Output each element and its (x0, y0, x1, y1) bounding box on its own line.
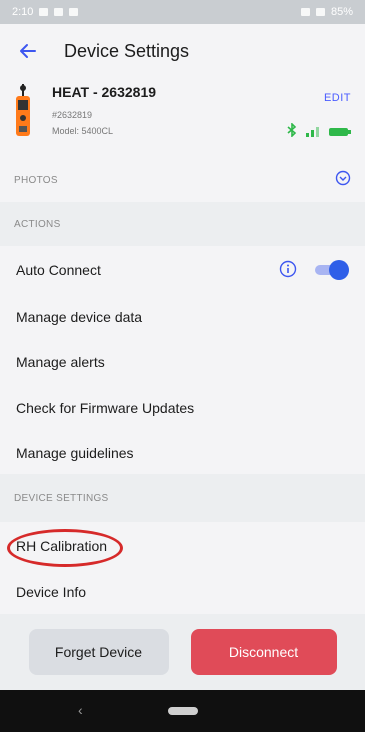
device-settings-label: DEVICE SETTINGS (14, 492, 109, 504)
check-firmware-label: Check for Firmware Updates (16, 400, 195, 416)
nav-home-icon[interactable] (167, 707, 198, 715)
manage-alerts-label: Manage alerts (16, 354, 105, 370)
device-info-label: Device Info (16, 584, 87, 600)
system-nav-bar: ‹ (0, 690, 365, 732)
battery-status-icon (315, 8, 325, 16)
device-model: Model: 5400CL (52, 126, 114, 136)
notification-icon (54, 8, 64, 16)
manage-device-data-label: Manage device data (16, 309, 143, 325)
actions-section-header: ACTIONS (0, 202, 365, 246)
notification-icon (69, 8, 79, 16)
forget-device-button[interactable]: Forget Device (28, 629, 169, 675)
device-name: HEAT - 2632819 (52, 84, 157, 100)
page-title: Device Settings (64, 40, 190, 61)
chevron-down-icon[interactable] (335, 170, 351, 191)
photos-label: PHOTOS (14, 174, 58, 186)
auto-connect-label: Auto Connect (16, 262, 101, 278)
manage-guidelines-label: Manage guidelines (16, 445, 134, 461)
photos-section[interactable]: PHOTOS (0, 158, 365, 202)
device-info-item[interactable]: Device Info (0, 570, 365, 614)
actions-label: ACTIONS (14, 218, 61, 230)
app-header: Device Settings (0, 24, 365, 78)
device-settings-section-header: DEVICE SETTINGS (0, 474, 365, 522)
manage-alerts-item[interactable]: Manage alerts (0, 340, 365, 384)
device-status-icons (287, 122, 351, 142)
battery-icon (329, 124, 351, 142)
edit-button[interactable]: EDIT (324, 92, 351, 104)
nav-back-icon[interactable]: ‹ (78, 702, 83, 718)
auto-connect-toggle[interactable] (315, 260, 349, 280)
battery-percent: 85% (330, 6, 353, 18)
device-thumbnail-icon (14, 84, 32, 140)
auto-connect-row[interactable]: Auto Connect (0, 246, 365, 294)
manage-device-data-item[interactable]: Manage device data (0, 294, 365, 340)
bluetooth-icon (287, 122, 297, 142)
signal-icon (305, 124, 321, 142)
arrow-left-icon[interactable] (14, 37, 42, 65)
wifi-icon (300, 8, 310, 16)
disconnect-button[interactable]: Disconnect (190, 629, 337, 675)
rh-calibration-item[interactable]: RH Calibration (0, 522, 365, 570)
footer-actions: Forget Device Disconnect (0, 614, 365, 690)
check-firmware-item[interactable]: Check for Firmware Updates (0, 384, 365, 432)
notification-icon (39, 8, 49, 16)
rh-calibration-label: RH Calibration (16, 538, 108, 554)
device-card: HEAT - 2632819 #2632819 Model: 5400CL ED… (0, 78, 365, 158)
status-bar: 2:10 85% (0, 0, 365, 24)
info-icon[interactable] (279, 260, 297, 281)
manage-guidelines-item[interactable]: Manage guidelines (0, 432, 365, 474)
device-serial: #2632819 (52, 110, 93, 120)
status-time: 2:10 (12, 6, 34, 18)
